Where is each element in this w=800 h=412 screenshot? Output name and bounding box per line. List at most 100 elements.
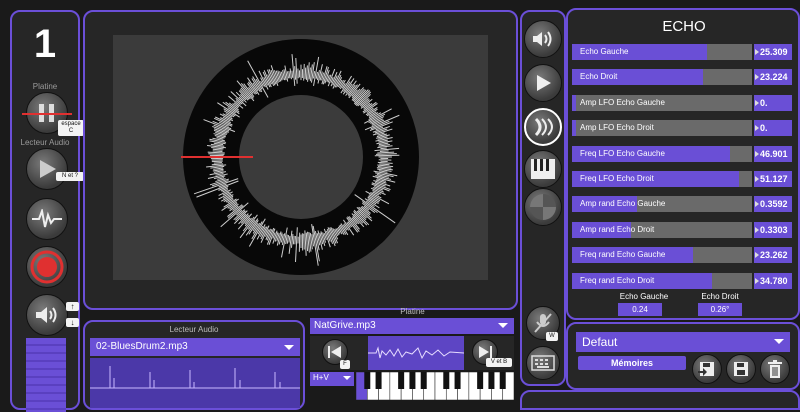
echo-param-row[interactable]: Amp rand Echo Droit 0.3303	[572, 222, 792, 238]
chevron-down-icon	[774, 339, 784, 344]
param-slider-fill	[572, 95, 576, 111]
load-icon	[698, 360, 716, 378]
platine-position-line	[22, 113, 72, 115]
play-icon	[37, 158, 57, 180]
piano-black-key[interactable]	[364, 372, 370, 389]
param-slider[interactable]: Freq LFO Echo Gauche	[572, 146, 752, 162]
deck-number: 1	[12, 22, 78, 67]
param-slider[interactable]: Amp LFO Echo Droit	[572, 120, 752, 136]
record-button[interactable]	[26, 246, 68, 288]
delete-button[interactable]	[760, 354, 790, 384]
rewind-icon	[327, 345, 343, 359]
waveform-button[interactable]	[26, 198, 68, 240]
platine-file-dropdown[interactable]: NatGrive.mp3	[310, 318, 514, 334]
echo-param-row[interactable]: Echo Gauche25.309	[572, 44, 792, 60]
piano-black-key[interactable]	[477, 372, 483, 389]
left-control-panel: 1 Platine espace C Lecteur Audio N et ? …	[10, 10, 80, 410]
lecteur-label: Lecteur Audio	[12, 138, 78, 147]
param-value[interactable]: 0.	[754, 120, 792, 136]
mode-dropdown[interactable]: H+V	[310, 372, 354, 386]
param-slider[interactable]: Freq rand Echo Droit	[572, 273, 752, 289]
param-value[interactable]: 23.262	[754, 247, 792, 263]
param-value[interactable]: 46.901	[754, 146, 792, 162]
chevron-down-icon	[498, 323, 508, 328]
preset-panel: Defaut Mémoires	[566, 322, 800, 390]
waveform-icon	[32, 209, 62, 229]
lecteur-title: Lecteur Audio	[85, 325, 303, 334]
volume-button[interactable]	[26, 294, 68, 336]
piano-keyboard[interactable]	[356, 372, 514, 400]
keyboard-tool-button[interactable]	[526, 346, 560, 380]
param-value[interactable]: 34.780	[754, 273, 792, 289]
param-label: Amp rand Echo Gauche	[580, 199, 665, 208]
space-shortcut: espace C	[58, 120, 84, 136]
piano-black-key[interactable]	[409, 372, 415, 389]
piano-black-key[interactable]	[376, 372, 382, 389]
volume-up-shortcut: ↑	[66, 302, 79, 311]
piano-black-key[interactable]	[455, 372, 461, 389]
echo-icon	[530, 117, 556, 137]
param-value[interactable]: 25.309	[754, 44, 792, 60]
speaker-icon	[34, 305, 60, 325]
play-icon	[533, 73, 553, 93]
echo-param-row[interactable]: Freq rand Echo Gauche23.262	[572, 247, 792, 263]
speaker-icon	[531, 30, 555, 48]
echo-right-value[interactable]: 0.26°	[698, 303, 742, 316]
load-button[interactable]	[692, 354, 722, 384]
play-tool-button[interactable]	[524, 64, 562, 102]
echo-left-value[interactable]: 0.24	[618, 303, 662, 316]
volume-tool-button[interactable]	[524, 20, 562, 58]
param-slider[interactable]: Echo Droit	[572, 69, 752, 85]
param-slider[interactable]: Echo Gauche	[572, 44, 752, 60]
param-value[interactable]: 23.224	[754, 69, 792, 85]
echo-param-row[interactable]: Freq LFO Echo Gauche 46.901	[572, 146, 792, 162]
param-value[interactable]: 0.3592	[754, 196, 792, 212]
record-icon	[30, 250, 64, 284]
piano-black-key[interactable]	[421, 372, 427, 389]
param-label: Freq rand Echo Droit	[580, 276, 654, 285]
keyboard-icon	[531, 355, 555, 371]
volume-meter[interactable]	[26, 338, 66, 412]
chevron-down-icon	[343, 376, 351, 380]
param-slider[interactable]: Amp rand Echo Droit	[572, 222, 752, 238]
param-slider[interactable]: Amp LFO Echo Gauche	[572, 95, 752, 111]
disc-tool-button[interactable]	[524, 188, 562, 226]
echo-param-row[interactable]: Amp rand Echo Gauche 0.3592	[572, 196, 792, 212]
piano-black-key[interactable]	[500, 372, 506, 389]
echo-param-row[interactable]: Freq rand Echo Droit 34.780	[572, 273, 792, 289]
param-slider[interactable]: Amp rand Echo Gauche	[572, 196, 752, 212]
param-value[interactable]: 0.3303	[754, 222, 792, 238]
param-label: Amp rand Echo Droit	[580, 225, 654, 234]
lecteur-panel: Lecteur Audio 02-BluesDrum2.mp3	[83, 320, 305, 410]
echo-param-row[interactable]: Amp LFO Echo Droit0.	[572, 120, 792, 136]
play-button[interactable]	[26, 148, 68, 190]
echo-param-row[interactable]: Amp LFO Echo Gauche0.	[572, 95, 792, 111]
echo-param-row[interactable]: Freq LFO Echo Droit51.127	[572, 171, 792, 187]
piano-black-key[interactable]	[488, 372, 494, 389]
echo-right-label: Echo Droit	[690, 292, 750, 301]
echo-tool-button[interactable]	[524, 108, 562, 146]
platine-label: Platine	[12, 82, 78, 91]
memories-button[interactable]: Mémoires	[578, 356, 686, 370]
param-slider[interactable]: Freq LFO Echo Droit	[572, 171, 752, 187]
param-slider[interactable]: Freq rand Echo Gauche	[572, 247, 752, 263]
preset-dropdown[interactable]: Defaut	[576, 332, 790, 352]
platine-waveform-area: F V et B	[310, 336, 514, 370]
piano-black-key[interactable]	[443, 372, 449, 389]
param-value[interactable]: 51.127	[754, 171, 792, 187]
param-value[interactable]: 0.	[754, 95, 792, 111]
lecteur-waveform[interactable]	[90, 358, 300, 408]
echo-left-label: Echo Gauche	[614, 292, 674, 301]
preset-selected: Defaut	[582, 335, 617, 349]
echo-title: ECHO	[568, 18, 800, 35]
echo-param-row[interactable]: Echo Droit23.224	[572, 69, 792, 85]
piano-black-key[interactable]	[398, 372, 404, 389]
piano-tool-button[interactable]	[524, 150, 562, 188]
save-button[interactable]	[726, 354, 756, 384]
circular-waveform	[113, 35, 488, 280]
lecteur-file-dropdown[interactable]: 02-BluesDrum2.mp3	[90, 338, 300, 356]
bottom-right-panel	[520, 390, 800, 410]
platine-waveform[interactable]	[368, 336, 464, 370]
main-display-panel	[83, 10, 518, 310]
param-label: Freq LFO Echo Gauche	[580, 149, 665, 158]
